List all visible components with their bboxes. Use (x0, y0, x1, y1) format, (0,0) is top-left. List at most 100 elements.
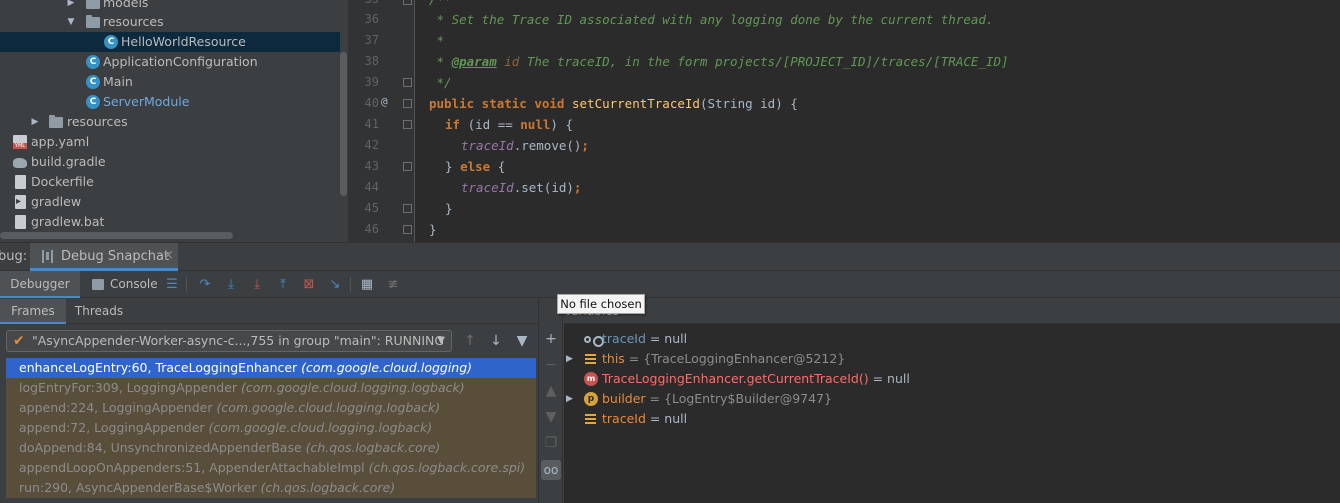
frame-row[interactable]: run:290, AsyncAppenderBase$Worker (ch.qo… (6, 478, 536, 498)
class-icon: C (104, 35, 118, 49)
remove-watch-icon[interactable]: − (541, 355, 561, 375)
close-icon[interactable]: × (163, 248, 174, 263)
layout-menu-icon[interactable]: ☰ (163, 276, 181, 294)
frame-row[interactable]: append:72, LoggingAppender (com.google.c… (6, 418, 536, 438)
expand-arrow-icon[interactable]: ▶ (566, 349, 573, 369)
code-line: * (429, 33, 445, 48)
tree-item-build-gradle[interactable]: build.gradle (0, 152, 340, 172)
code-token: } (445, 159, 461, 174)
vertical-scrollbar[interactable] (340, 52, 347, 196)
fold-marker-icon[interactable] (403, 225, 412, 234)
tree-item-resources-2[interactable]: ▶ resources (0, 112, 340, 132)
add-watch-icon[interactable]: + (541, 329, 561, 349)
code-keyword: public static void (429, 96, 572, 111)
frame-package: (com.google.cloud.logging.logback) (208, 420, 433, 435)
tree-item-label: Dockerfile (31, 174, 94, 189)
arrow-up-icon[interactable]: ↑ (462, 333, 478, 349)
console-icon (92, 279, 104, 290)
code-editor[interactable]: 35 36 37 38 39 40 @ 41 42 43 44 45 46 /*… (348, 0, 1340, 242)
fold-marker-icon[interactable] (403, 78, 412, 87)
tab-label: Frames (11, 304, 55, 318)
step-out-icon[interactable]: ⤒ (274, 276, 292, 294)
run-to-cursor-icon[interactable]: ↘ (326, 276, 344, 294)
code-keyword: if (445, 117, 461, 132)
tab-debugger[interactable]: Debugger (0, 271, 80, 298)
tooltip: No file chosen (557, 294, 645, 314)
frame-package: (ch.qos.logback.core.spi) (368, 460, 526, 475)
tree-item-label: ServerModule (103, 94, 190, 109)
fold-marker-icon[interactable] (403, 204, 412, 213)
expand-arrow-icon[interactable]: ▶ (30, 112, 40, 132)
tree-item-helloworldresource[interactable]: C HelloWorldResource (0, 32, 340, 52)
tree-item-app-yaml[interactable]: app.yaml (0, 132, 340, 152)
override-annotation-icon[interactable]: @ (381, 95, 388, 108)
tab-threads[interactable]: Threads (70, 299, 128, 324)
tree-item-gradlew-bat[interactable]: gradlew.bat (0, 212, 340, 232)
code-line: */ (429, 75, 452, 90)
evaluate-expression-icon[interactable]: ▦ (358, 276, 376, 294)
tree-item-servermodule[interactable]: C ServerModule (0, 92, 340, 112)
tree-item-label: Main (103, 74, 133, 89)
tree-item-label: gradlew.bat (31, 214, 105, 229)
frame-row[interactable]: append:224, LoggingAppender (com.google.… (6, 398, 536, 418)
collapse-arrow-icon[interactable]: ▼ (66, 12, 76, 32)
line-number: 43 (364, 159, 379, 173)
trace-icon[interactable]: ≢ (384, 276, 402, 294)
variables-side-toolbar: + − ▲ ▼ ❐ oo (538, 299, 563, 503)
step-into-icon[interactable]: ⤓ (222, 276, 240, 294)
tree-item-dockerfile[interactable]: Dockerfile (0, 172, 340, 192)
frame-row[interactable]: doAppend:84, UnsynchronizedAppenderBase … (6, 438, 536, 458)
editor-gutter: 35 36 37 38 39 40 @ 41 42 43 44 45 46 (349, 0, 415, 242)
tree-item-label: resources (67, 114, 128, 129)
javadoc-param: id (504, 54, 520, 69)
field-reference: traceId (461, 180, 514, 195)
frame-row[interactable]: enhanceLogEntry:60, TraceLoggingEnhancer… (6, 358, 536, 378)
line-number: 38 (364, 54, 379, 68)
line-number: 36 (364, 12, 379, 26)
filter-icon[interactable]: ▼ (514, 333, 530, 349)
horizontal-scrollbar[interactable] (0, 232, 233, 239)
fold-marker-icon[interactable] (403, 99, 412, 108)
fold-marker-icon[interactable] (403, 120, 412, 129)
expand-arrow-icon[interactable]: ▶ (566, 389, 573, 409)
thread-selector[interactable]: ✔ "AsyncAppender-Worker-async-c...,755 i… (6, 330, 452, 352)
tab-label: Console (110, 277, 158, 291)
fold-marker-icon[interactable] (403, 0, 412, 5)
tree-item-resources[interactable]: ▼ resources (0, 12, 340, 32)
gradle-icon (13, 158, 27, 168)
tree-item-main[interactable]: C Main (0, 72, 340, 92)
chevron-down-icon[interactable]: ▼ (437, 331, 445, 351)
fold-marker-icon[interactable] (403, 162, 412, 171)
list-icon (584, 412, 598, 426)
move-down-icon[interactable]: ▼ (541, 407, 561, 427)
frame-method: logEntryFor:309, LoggingAppender (19, 380, 242, 395)
copy-icon[interactable]: ❐ (541, 433, 561, 453)
frame-method: appendLoopOnAppenders:51, AppenderAttach… (19, 460, 369, 475)
class-icon: C (86, 95, 100, 109)
drop-frame-icon[interactable]: ⊠ (300, 276, 318, 294)
snapshot-icon (42, 250, 53, 263)
thread-selector-value: "AsyncAppender-Worker-async-c...,755 in … (32, 333, 445, 348)
code-token: (String id) { (699, 96, 798, 111)
tree-item-gradlew[interactable]: gradlew (0, 192, 340, 212)
project-tree: ▶ models ▼ resources C HelloWorldResourc… (0, 0, 348, 242)
arrow-down-icon[interactable]: ↓ (488, 333, 504, 349)
tab-console[interactable]: Console (86, 271, 158, 298)
frames-panel: Frames Threads ✔ "AsyncAppender-Worker-a… (0, 299, 538, 503)
step-over-icon[interactable]: ↷ (196, 276, 214, 294)
line-number: 46 (364, 222, 379, 236)
frame-row[interactable]: appendLoopOnAppenders:51, AppenderAttach… (6, 458, 536, 478)
tree-item-applicationconfiguration[interactable]: C ApplicationConfiguration (0, 52, 340, 72)
variable-value: = null (645, 331, 688, 346)
move-up-icon[interactable]: ▲ (541, 381, 561, 401)
show-watches-icon[interactable]: oo (541, 460, 561, 480)
force-step-into-icon[interactable]: ⤓ (248, 276, 266, 294)
frame-row[interactable]: logEntryFor:309, LoggingAppender (com.go… (6, 378, 536, 398)
tree-item-label: HelloWorldResource (121, 34, 246, 49)
frame-package: (com.google.cloud.logging.logback) (241, 380, 465, 395)
tab-debug-snapchat[interactable]: Debug Snapchat × (30, 243, 178, 271)
tab-frames[interactable]: Frames (0, 299, 66, 324)
code-token: .remove() (513, 138, 582, 153)
tree-item-label: resources (103, 14, 164, 29)
tree-item-label: gradlew (31, 194, 82, 209)
